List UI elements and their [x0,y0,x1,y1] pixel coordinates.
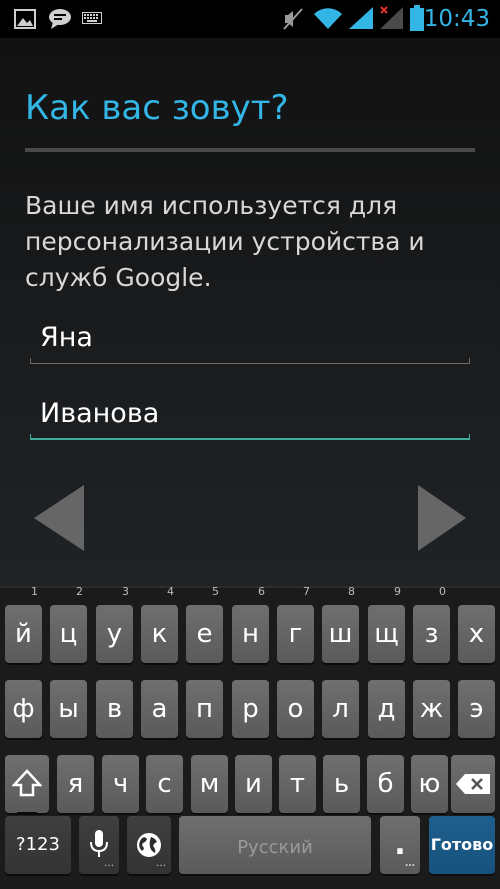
key-hint: 1 [31,585,38,598]
key-н[interactable]: н6 [232,586,269,663]
key-и[interactable]: и [235,755,272,813]
key-б[interactable]: б [367,755,404,813]
first-name-underline [30,358,470,364]
key-р[interactable]: р [232,680,269,738]
key-label: ш [328,619,353,649]
description-text: Ваше имя используется для персонализации… [25,191,425,292]
key-hint: 8 [348,585,355,598]
more-dots: … [104,858,114,869]
triangle-left-icon [34,485,84,551]
key-label: е [196,619,213,649]
key-ю[interactable]: ю [411,755,448,813]
key-п[interactable]: п [186,680,223,738]
key-hint: 2 [76,585,83,598]
microphone-icon [90,830,108,857]
last-name-value: Иванова [40,398,160,429]
key-ь[interactable]: ь [323,755,360,813]
key-м[interactable]: м [191,755,228,813]
key-hint: 6 [258,585,265,598]
image-icon [14,9,36,29]
key-х[interactable]: х [458,605,495,663]
more-dots: … [156,858,166,869]
key-label: щ [374,619,399,649]
key-т[interactable]: т [279,755,316,813]
shift-key[interactable] [5,755,49,815]
key-е[interactable]: е5 [186,586,223,663]
back-arrow-button[interactable] [30,483,90,553]
signal-off-icon [380,6,403,29]
first-name-field[interactable]: Яна [30,318,470,364]
last-name-field[interactable]: Иванова [30,394,470,440]
key-hint: 4 [167,585,174,598]
soft-keyboard: й1 ц2 у3 к4 е5 н6 г7 ш8 щ9 з0 х ф ы в а … [0,586,500,889]
key-ц[interactable]: ц2 [50,586,87,663]
title-divider [25,148,475,152]
chat-bubble-icon [49,9,71,29]
key-ф[interactable]: ф [5,680,42,738]
space-key[interactable]: Русский [179,816,371,874]
key-label: ц [59,619,78,649]
backspace-icon [456,774,490,794]
key-ж[interactable]: ж [413,680,450,738]
key-label: й [15,619,32,649]
last-name-underline [30,434,470,440]
more-dots: … [405,858,415,869]
key-о[interactable]: о [277,680,314,738]
key-й[interactable]: й1 [5,586,42,663]
mute-icon [283,8,303,30]
microphone-key[interactable]: … [79,816,119,874]
key-э[interactable]: э [458,680,495,738]
symbols-key[interactable]: ?123 [5,816,71,874]
status-bar: 10:43 [0,0,500,38]
key-ш[interactable]: ш8 [322,586,359,663]
key-д[interactable]: д [368,680,405,738]
signal-icon [349,7,373,29]
key-label: з [424,619,439,649]
shift-indicator [17,812,37,815]
wifi-icon [314,8,342,29]
key-hint: 7 [303,585,310,598]
key-к[interactable]: к4 [141,586,178,663]
key-щ[interactable]: щ9 [368,586,405,663]
key-в[interactable]: в [96,680,133,738]
shift-icon [12,769,42,797]
done-key[interactable]: Готово [429,816,495,874]
key-hint: 0 [439,585,446,598]
first-name-value: Яна [40,322,93,353]
period-label: . [394,827,406,862]
key-label: у [106,619,123,649]
key-label: н [242,619,259,649]
battery-icon [410,5,424,31]
key-г[interactable]: г7 [277,586,314,663]
language-key[interactable]: … [127,816,171,874]
key-hint: 9 [394,585,401,598]
globe-icon [137,833,161,857]
key-а[interactable]: а [141,680,178,738]
key-ч[interactable]: ч [102,755,139,813]
backspace-key[interactable] [451,755,495,813]
period-key[interactable]: . … [380,816,420,874]
key-л[interactable]: л [322,680,359,738]
next-arrow-button[interactable] [410,483,470,553]
key-hint: 3 [122,585,129,598]
clock: 10:43 [423,6,490,32]
key-label: г [288,619,303,649]
key-label: к [151,619,168,649]
key-ы[interactable]: ы [50,680,87,738]
key-я[interactable]: я [57,755,94,813]
space-label: Русский [237,837,313,858]
key-с[interactable]: с [146,755,183,813]
key-у[interactable]: у3 [96,586,133,663]
key-label: х [468,619,485,649]
triangle-right-icon [418,485,466,551]
keyboard-icon [82,12,102,24]
page-title: Как вас зовут? [25,88,289,128]
key-hint: 5 [212,585,219,598]
key-з[interactable]: з0 [413,586,450,663]
setup-screen: Как вас зовут? Ваше имя используется для… [0,38,500,586]
